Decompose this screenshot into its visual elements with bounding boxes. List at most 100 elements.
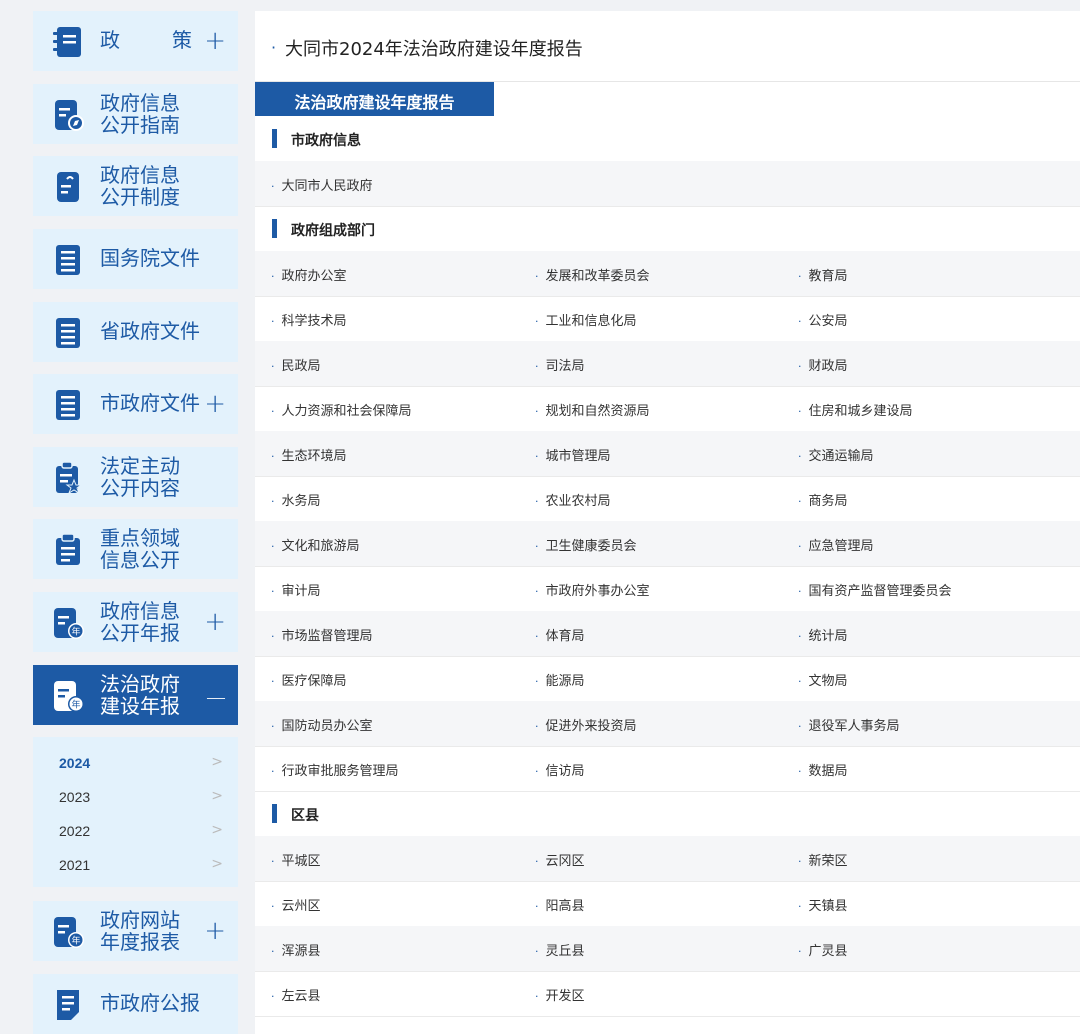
nav-policy-label: 政策 <box>100 29 192 51</box>
department-link[interactable]: · 政府办公室 <box>271 265 347 284</box>
nav-rule-of-law-report[interactable]: 年 法治政府 建设年报 — <box>33 665 238 725</box>
section-header: 市政府信息 <box>255 116 1080 161</box>
department-name: 促进外来投资局 <box>545 719 637 734</box>
department-link[interactable]: · 国防动员办公室 <box>271 715 373 734</box>
department-link[interactable]: · 人力资源和社会保障局 <box>271 400 412 419</box>
table-row: · 文化和旅游局 · 卫生健康委员会 · 应急管理局 <box>255 521 1080 567</box>
label-line: 公开指南 <box>100 113 180 137</box>
department-link[interactable]: · 行政审批服务管理局 <box>271 760 399 779</box>
nav-municipal-docs[interactable]: 市政府文件 + <box>33 374 238 434</box>
department-name: 规划和自然资源局 <box>545 404 650 419</box>
department-link[interactable]: · 教育局 <box>798 265 848 284</box>
table-row: · 市场监督管理局 · 体育局 · 统计局 <box>255 611 1080 657</box>
year-2023[interactable]: 2023 > <box>33 781 238 815</box>
year-2021[interactable]: 2021 > <box>33 849 238 883</box>
nav-policy[interactable]: 政策 + <box>33 11 238 71</box>
department-name: 国有资产监督管理委员会 <box>808 584 952 599</box>
department-link[interactable]: · 数据局 <box>798 760 848 779</box>
department-link[interactable]: · 统计局 <box>798 625 848 644</box>
department-link[interactable]: · 医疗保障局 <box>271 670 347 689</box>
department-link[interactable]: · 商务局 <box>798 490 848 509</box>
bullet: · <box>271 360 275 373</box>
nav-state-council-docs[interactable]: 国务院文件 <box>33 229 238 289</box>
expand-icon[interactable]: + <box>204 391 226 417</box>
department-link[interactable]: · 市场监督管理局 <box>271 625 373 644</box>
expand-icon[interactable]: + <box>204 609 226 635</box>
department-link[interactable]: · 阳高县 <box>535 895 585 914</box>
chevron-right-icon: > <box>211 822 223 838</box>
department-name: 云州区 <box>281 899 321 914</box>
department-link[interactable]: · 国有资产监督管理委员会 <box>798 580 952 599</box>
nav-municipal-gazette[interactable]: 市政府公报 <box>33 974 238 1034</box>
bullet: · <box>798 315 802 328</box>
bullet: · <box>535 270 539 283</box>
department-link[interactable]: · 平城区 <box>271 850 321 869</box>
department-link[interactable]: · 云州区 <box>271 895 321 914</box>
tab-rule-of-law-report[interactable]: 法治政府建设年度报告 <box>255 82 494 116</box>
bullet: · <box>535 585 539 598</box>
bullet: · <box>535 900 539 913</box>
department-link[interactable]: · 水务局 <box>271 490 321 509</box>
table-row: · 行政审批服务管理局 · 信访局 · 数据局 <box>255 746 1080 792</box>
department-link[interactable]: · 信访局 <box>535 760 585 779</box>
department-link[interactable]: · 卫生健康委员会 <box>535 535 637 554</box>
department-link[interactable]: · 退役军人事务局 <box>798 715 900 734</box>
department-link[interactable]: · 科学技术局 <box>271 310 347 329</box>
department-link[interactable]: · 开发区 <box>535 985 585 1004</box>
year-2022[interactable]: 2022 > <box>33 815 238 849</box>
collapse-icon[interactable]: — <box>206 684 226 710</box>
department-link[interactable]: · 工业和信息化局 <box>535 310 637 329</box>
department-link[interactable]: · 司法局 <box>535 355 585 374</box>
department-name: 人力资源和社会保障局 <box>281 404 412 419</box>
department-link[interactable]: · 交通运输局 <box>798 445 874 464</box>
nav-disclosure-system[interactable]: 政府信息 公开制度 <box>33 156 238 216</box>
department-link[interactable]: · 文物局 <box>798 670 848 689</box>
department-link[interactable]: · 促进外来投资局 <box>535 715 637 734</box>
nav-website-annual-report[interactable]: 年 政府网站 年度报表 + <box>33 901 238 961</box>
department-link[interactable]: · 农业农村局 <box>535 490 611 509</box>
department-link[interactable]: · 规划和自然资源局 <box>535 400 650 419</box>
svg-text:年: 年 <box>71 626 80 638</box>
department-link[interactable]: · 体育局 <box>535 625 585 644</box>
nav-disclosure-guide[interactable]: 政府信息 公开指南 <box>33 84 238 144</box>
department-link[interactable]: · 民政局 <box>271 355 321 374</box>
bullet: · <box>535 495 539 508</box>
department-link[interactable]: · 应急管理局 <box>798 535 874 554</box>
nav-statutory-content[interactable]: 法定主动 公开内容 <box>33 447 238 507</box>
department-link[interactable]: · 新荣区 <box>798 850 848 869</box>
svg-text:年: 年 <box>71 699 80 711</box>
page-title: 大同市2024年法治政府建设年度报告 <box>285 39 583 60</box>
bullet: · <box>271 630 275 643</box>
department-link[interactable]: · 天镇县 <box>798 895 848 914</box>
department-name: 平城区 <box>281 854 321 869</box>
compass-doc-icon <box>55 100 84 131</box>
year-doc-icon: 年 <box>54 681 84 712</box>
department-link[interactable]: · 财政局 <box>798 355 848 374</box>
content-panel: · 大同市2024年法治政府建设年度报告 法治政府建设年度报告 市政府信息 · 大同… <box>255 11 1080 1034</box>
year-label: 2023 <box>59 789 91 805</box>
department-link[interactable]: · 灵丘县 <box>535 940 585 959</box>
nav-key-areas[interactable]: 重点领域 信息公开 <box>33 519 238 579</box>
nav-provincial-docs[interactable]: 省政府文件 <box>33 302 238 362</box>
department-link[interactable]: · 市政府外事办公室 <box>535 580 650 599</box>
department-link[interactable]: · 审计局 <box>271 580 321 599</box>
department-link[interactable]: · 住房和城乡建设局 <box>798 400 913 419</box>
department-link[interactable]: · 左云县 <box>271 985 321 1004</box>
department-link[interactable]: · 公安局 <box>798 310 848 329</box>
department-link[interactable]: · 大同市人民政府 <box>271 175 373 194</box>
year-2024[interactable]: 2024 > <box>33 747 238 781</box>
bullet: · <box>798 855 802 868</box>
expand-icon[interactable]: + <box>204 28 226 54</box>
department-link[interactable]: · 发展和改革委员会 <box>535 265 650 284</box>
department-link[interactable]: · 文化和旅游局 <box>271 535 360 554</box>
department-link[interactable]: · 城市管理局 <box>535 445 611 464</box>
department-name: 行政审批服务管理局 <box>281 764 399 779</box>
expand-icon[interactable]: + <box>204 918 226 944</box>
department-link[interactable]: · 广灵县 <box>798 940 848 959</box>
nav-gov-info-annual-report[interactable]: 年 政府信息 公开年报 + <box>33 592 238 652</box>
department-name: 生态环境局 <box>281 449 347 464</box>
department-link[interactable]: · 浑源县 <box>271 940 321 959</box>
department-link[interactable]: · 云冈区 <box>535 850 585 869</box>
department-link[interactable]: · 生态环境局 <box>271 445 347 464</box>
department-link[interactable]: · 能源局 <box>535 670 585 689</box>
